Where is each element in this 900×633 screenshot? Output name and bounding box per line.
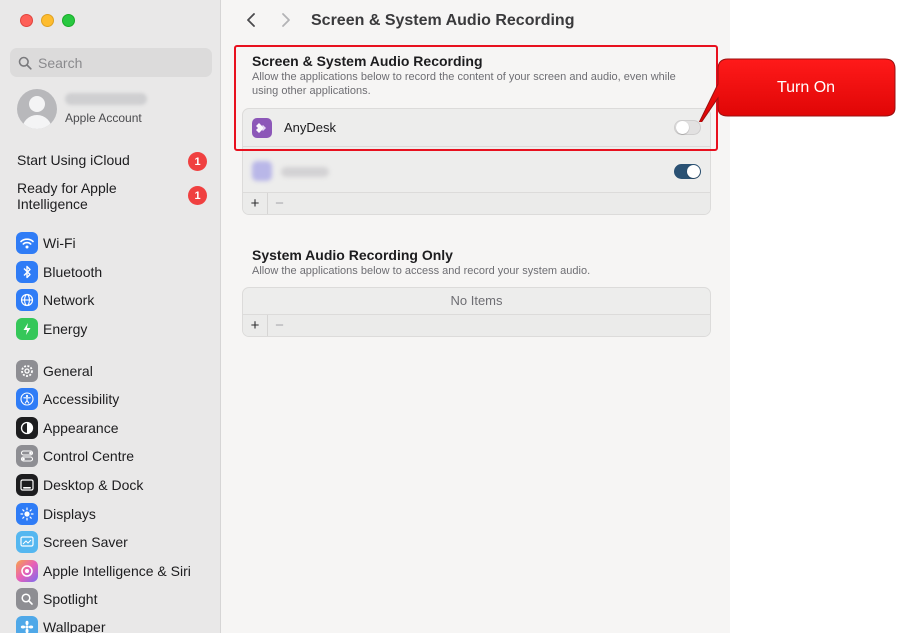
sidebar-item-wallpaper[interactable]: Wallpaper bbox=[16, 615, 106, 633]
empty-list-label: No Items bbox=[450, 293, 503, 308]
screen-saver-icon bbox=[16, 531, 38, 553]
main-content: Screen & System Audio Recording Screen &… bbox=[222, 0, 730, 633]
displays-sun-icon bbox=[16, 503, 38, 525]
chevron-left-icon bbox=[247, 13, 255, 27]
notification-badge: 1 bbox=[188, 186, 207, 205]
chevron-right-icon bbox=[282, 13, 290, 27]
section-title-screen-recording: Screen & System Audio Recording bbox=[252, 53, 483, 69]
bluetooth-icon bbox=[16, 261, 38, 283]
sidebar-item-label: Appearance bbox=[43, 420, 119, 436]
back-button[interactable] bbox=[241, 10, 261, 30]
page-title: Screen & System Audio Recording bbox=[311, 12, 575, 29]
search-icon bbox=[18, 56, 32, 70]
sidebar-item-label: Screen Saver bbox=[43, 534, 128, 550]
spotlight-search-icon bbox=[16, 588, 38, 610]
app-name: AnyDesk bbox=[284, 120, 337, 135]
siri-icon bbox=[16, 560, 38, 582]
desktop-dock-icon bbox=[16, 474, 38, 496]
sidebar-item-screen-saver[interactable]: Screen Saver bbox=[16, 530, 128, 554]
gear-icon bbox=[16, 360, 38, 382]
sidebar-item-appearance[interactable]: Appearance bbox=[16, 416, 119, 440]
sidebar-item-accessibility[interactable]: Accessibility bbox=[16, 387, 119, 411]
sidebar-item-spotlight[interactable]: Spotlight bbox=[16, 587, 97, 611]
sidebar-item-label: Energy bbox=[43, 321, 88, 337]
sidebar-item-energy[interactable]: Energy bbox=[16, 317, 87, 341]
add-app-button[interactable]: + bbox=[243, 315, 267, 337]
section-description: Allow the applications below to access a… bbox=[252, 265, 591, 277]
sidebar-item-label: Network bbox=[43, 292, 95, 308]
toolbar: Screen & System Audio Recording bbox=[222, 0, 730, 42]
wifi-icon bbox=[16, 232, 38, 254]
sidebar-item-label: Bluetooth bbox=[43, 264, 103, 280]
notification-badge: 1 bbox=[188, 152, 207, 171]
add-app-button[interactable]: + bbox=[243, 193, 267, 215]
sidebar-item-bluetooth[interactable]: Bluetooth bbox=[16, 260, 102, 284]
remove-app-button[interactable]: − bbox=[267, 314, 291, 336]
sidebar-item-desktop-dock[interactable]: Desktop & Dock bbox=[16, 473, 143, 497]
control-centre-icon bbox=[16, 445, 38, 467]
sidebar-item-general[interactable]: General bbox=[16, 359, 93, 383]
app-row-redacted bbox=[243, 152, 710, 190]
network-globe-icon bbox=[16, 289, 38, 311]
sidebar-item-label: Displays bbox=[43, 506, 96, 522]
sidebar-item-control-centre[interactable]: Control Centre bbox=[16, 444, 134, 468]
annotation-callout-text: Turn On bbox=[776, 79, 836, 96]
sidebar-item-wifi[interactable]: Wi-Fi bbox=[16, 231, 76, 255]
sidebar-item-label: Apple Intelligence & Siri bbox=[43, 563, 191, 579]
account-name-redacted bbox=[65, 93, 147, 105]
anydesk-app-icon bbox=[252, 118, 272, 138]
minimize-window-button[interactable] bbox=[41, 14, 54, 27]
sidebar: Apple Account Start Using iCloud 1 Ready… bbox=[0, 0, 221, 633]
sidebar-item-displays[interactable]: Displays bbox=[16, 502, 96, 526]
wallpaper-icon bbox=[16, 616, 38, 633]
system-audio-app-list: No Items + − bbox=[242, 287, 711, 337]
search-field[interactable] bbox=[10, 48, 212, 77]
sidebar-item-label: General bbox=[43, 363, 93, 379]
sidebar-item-label: Start Using iCloud bbox=[17, 152, 130, 168]
zoom-window-button[interactable] bbox=[62, 14, 75, 27]
sidebar-item-label: Wi-Fi bbox=[43, 235, 76, 251]
redacted-app-permission-toggle[interactable] bbox=[674, 163, 701, 179]
appearance-icon bbox=[16, 417, 38, 439]
forward-button[interactable] bbox=[276, 10, 296, 30]
sidebar-item-label: Accessibility bbox=[43, 391, 120, 407]
sidebar-item-network[interactable]: Network bbox=[16, 288, 94, 312]
avatar bbox=[17, 89, 57, 129]
redacted-app-name bbox=[281, 167, 329, 177]
close-window-button[interactable] bbox=[20, 14, 33, 27]
sidebar-item-label: Ready for Apple Intelligence bbox=[17, 180, 117, 212]
sidebar-item-start-using-icloud[interactable]: Start Using iCloud 1 bbox=[17, 152, 207, 172]
sidebar-item-label: Desktop & Dock bbox=[43, 477, 144, 493]
anydesk-permission-toggle[interactable] bbox=[674, 120, 701, 135]
add-remove-bar: + − bbox=[243, 314, 710, 336]
add-remove-bar: + − bbox=[243, 192, 710, 214]
remove-app-button[interactable]: − bbox=[267, 192, 291, 214]
sidebar-item-apple-intelligence-siri[interactable]: Apple Intelligence & Siri bbox=[16, 559, 191, 583]
sidebar-item-label: Control Centre bbox=[43, 448, 135, 464]
apple-account-item[interactable]: Apple Account bbox=[17, 89, 147, 129]
sidebar-item-label: Wallpaper bbox=[43, 619, 106, 633]
sidebar-item-ready-for-apple-intelligence[interactable]: Ready for Apple Intelligence 1 bbox=[17, 180, 207, 214]
app-row-anydesk: AnyDesk bbox=[243, 109, 710, 147]
window-controls bbox=[20, 14, 75, 27]
redacted-app-icon bbox=[252, 161, 272, 181]
search-input[interactable] bbox=[38, 54, 198, 71]
sidebar-item-label: Spotlight bbox=[43, 591, 98, 607]
section-title-system-audio: System Audio Recording Only bbox=[252, 247, 453, 263]
account-subtitle: Apple Account bbox=[65, 111, 142, 125]
screen-recording-app-list: AnyDesk + − bbox=[242, 108, 711, 215]
energy-bolt-icon bbox=[16, 318, 38, 340]
section-description: Allow the applications below to record t… bbox=[252, 71, 676, 97]
settings-window: Apple Account Start Using iCloud 1 Ready… bbox=[0, 0, 730, 633]
accessibility-icon bbox=[16, 388, 38, 410]
